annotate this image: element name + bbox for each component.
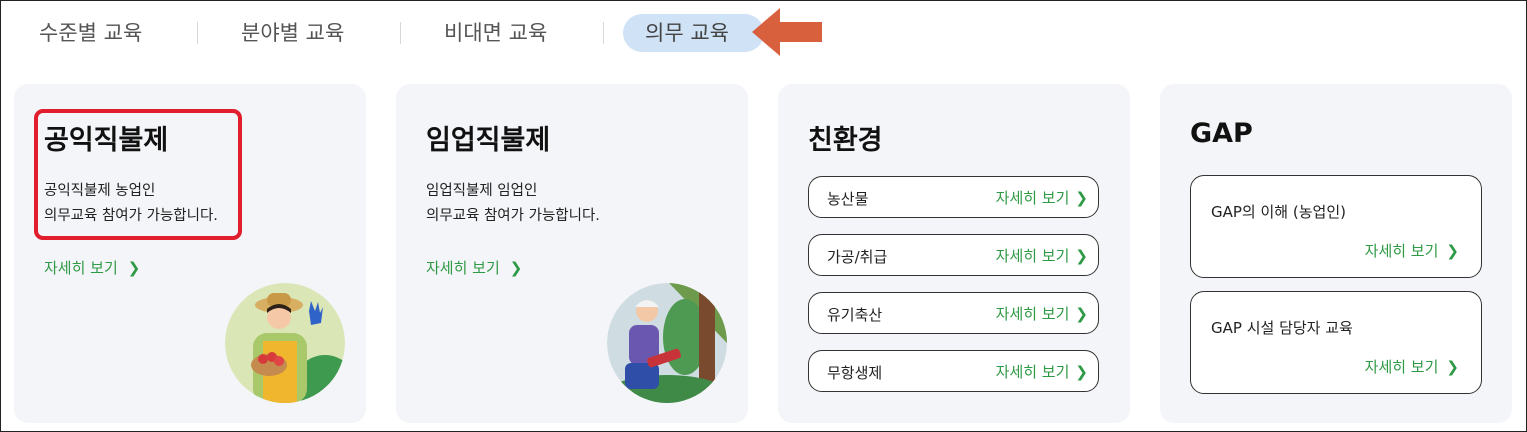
card-eco-friendly: 친환경 농산물 자세히 보기 ❯ 가공/취급 자세히 보기 ❯ 유기축산 자세히 보… [778, 84, 1130, 423]
details-link: 자세히 보기 ❯ [1365, 240, 1459, 261]
card-description-line: 의무교육 참여가 가능합니다. [426, 208, 600, 224]
chevron-right-icon: ❯ [1075, 305, 1088, 323]
eco-item-processing[interactable]: 가공/취급 자세히 보기 ❯ [808, 234, 1099, 276]
item-label: 무항생제 [827, 364, 883, 382]
chevron-right-icon: ❯ [509, 259, 523, 277]
eco-item-organic-livestock[interactable]: 유기축산 자세히 보기 ❯ [808, 292, 1099, 334]
details-link-label: 자세히 보기 [1364, 242, 1439, 260]
details-link: 자세히 보기 ❯ [1365, 356, 1459, 377]
forester-illustration [607, 283, 727, 403]
arrow-left-icon [752, 8, 822, 56]
details-link-label: 자세히 보기 [44, 259, 118, 277]
card-title: GAP [1190, 118, 1253, 149]
details-link: 자세히 보기 ❯ [996, 303, 1088, 324]
eco-item-antibiotic-free[interactable]: 무항생제 자세히 보기 ❯ [808, 350, 1099, 392]
chevron-right-icon: ❯ [1446, 242, 1459, 260]
card-title: 임업직불제 [426, 125, 551, 156]
tab-divider [197, 22, 198, 44]
card-title: 친환경 [808, 125, 883, 156]
chevron-right-icon: ❯ [1075, 363, 1088, 381]
details-link-label: 자세히 보기 [426, 259, 500, 277]
card-description-line: 의무교육 참여가 가능합니다. [44, 208, 218, 224]
card-description: 공익직불제 농업인 의무교육 참여가 가능합니다. [44, 179, 218, 229]
item-label: GAP의 이해 (농업인) [1211, 203, 1346, 221]
tab-divider [603, 22, 604, 44]
card-forestry-payment: 임업직불제 임업직불제 임업인 의무교육 참여가 가능합니다. 자세히 보기 ❯ [396, 84, 748, 423]
card-title: 공익직불제 [44, 125, 169, 156]
card-gap: GAP GAP의 이해 (농업인) 자세히 보기 ❯ GAP 시설 담당자 교육 … [1160, 84, 1512, 423]
details-link[interactable]: 자세히 보기 ❯ [44, 257, 140, 278]
chevron-right-icon: ❯ [1075, 247, 1088, 265]
details-link: 자세히 보기 ❯ [996, 187, 1088, 208]
details-link: 자세히 보기 ❯ [996, 245, 1088, 266]
farmer-illustration [225, 283, 345, 403]
chevron-right-icon: ❯ [127, 259, 141, 277]
chevron-right-icon: ❯ [1446, 358, 1459, 376]
tab-divider [400, 22, 401, 44]
details-link-label: 자세히 보기 [995, 305, 1070, 323]
education-tabs: 수준별 교육 분야별 교육 비대면 교육 의무 교육 [0, 0, 1527, 64]
gap-item-facility-manager[interactable]: GAP 시설 담당자 교육 자세히 보기 ❯ [1190, 291, 1482, 394]
card-description-line: 공익직불제 농업인 [44, 183, 156, 199]
item-label: GAP 시설 담당자 교육 [1211, 319, 1353, 337]
tab-online-education[interactable]: 비대면 교육 [422, 14, 569, 52]
gap-item-understanding[interactable]: GAP의 이해 (농업인) 자세히 보기 ❯ [1190, 175, 1482, 278]
details-link-label: 자세히 보기 [995, 247, 1070, 265]
tab-field-education[interactable]: 분야별 교육 [219, 14, 366, 52]
chevron-right-icon: ❯ [1075, 189, 1088, 207]
item-label: 농산물 [827, 190, 869, 208]
details-link-label: 자세히 보기 [1364, 358, 1439, 376]
details-link: 자세히 보기 ❯ [996, 361, 1088, 382]
item-label: 유기축산 [827, 306, 883, 324]
card-public-payment: 공익직불제 공익직불제 농업인 의무교육 참여가 가능합니다. 자세히 보기 ❯ [14, 84, 366, 423]
details-link-label: 자세히 보기 [995, 363, 1070, 381]
eco-item-produce[interactable]: 농산물 자세히 보기 ❯ [808, 176, 1099, 218]
card-description-line: 임업직불제 임업인 [426, 183, 538, 199]
details-link[interactable]: 자세히 보기 ❯ [426, 257, 522, 278]
card-description: 임업직불제 임업인 의무교육 참여가 가능합니다. [426, 179, 600, 229]
tab-level-education[interactable]: 수준별 교육 [17, 14, 164, 52]
details-link-label: 자세히 보기 [995, 189, 1070, 207]
item-label: 가공/취급 [827, 248, 888, 266]
tab-mandatory-education[interactable]: 의무 교육 [623, 14, 764, 52]
